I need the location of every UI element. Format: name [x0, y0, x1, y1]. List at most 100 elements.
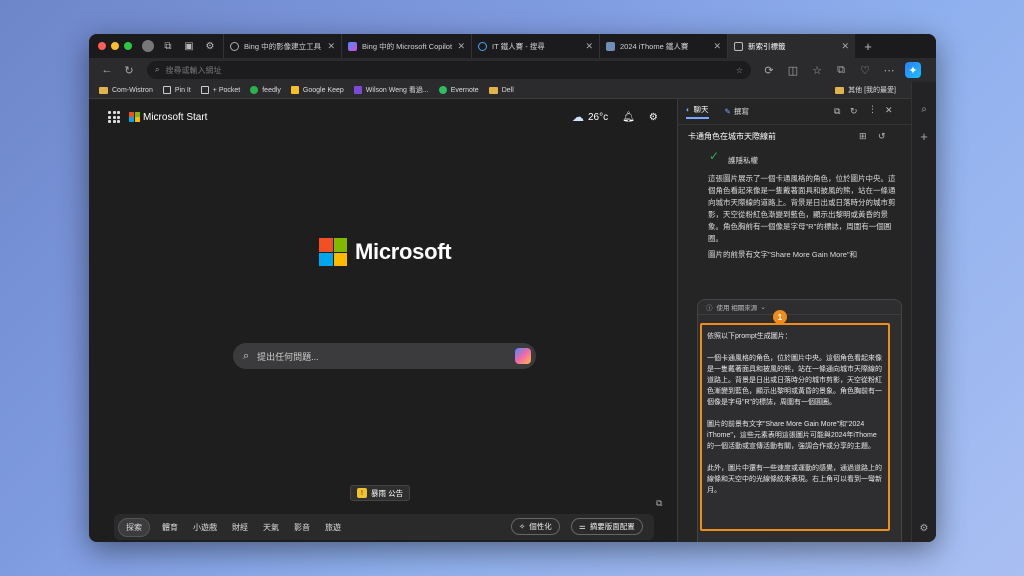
favorite-star-icon[interactable]: ☆: [736, 66, 743, 75]
address-input[interactable]: [165, 65, 686, 75]
alert-text: 暴雨 公告: [371, 488, 404, 498]
weather-area: ☁ 26°c 🔔︎ ⚙: [572, 110, 658, 124]
close-icon[interactable]: ✕: [457, 41, 465, 52]
web-search-box[interactable]: ⌕ 提出任何問題...: [233, 343, 536, 369]
browser-window: ⧉ ▣ ⚙ Bing 中的影像建立工具 ✕ Bing 中的 Microsoft …: [89, 34, 936, 542]
close-icon[interactable]: ✕: [713, 41, 721, 52]
chevron-down-icon: ⌄: [760, 304, 766, 311]
new-tab-plus-icon[interactable]: +: [861, 39, 875, 54]
search-icon[interactable]: ⌕: [921, 104, 927, 115]
settings-gear-icon[interactable]: ⚙: [203, 39, 217, 53]
brand-label[interactable]: Microsoft Start: [143, 112, 207, 123]
nav-weather[interactable]: 天氣: [263, 522, 279, 533]
new-tab-page: Microsoft Start ☁ 26°c 🔔︎ ⚙ Microsoft ⌕ …: [89, 99, 677, 542]
copilot-icon: [348, 41, 357, 51]
bookmark-label: + Pocket: [212, 86, 241, 94]
ithome-icon: [606, 41, 615, 51]
performance-icon[interactable]: ♡: [857, 62, 873, 78]
prompt-textarea[interactable]: 依照以下prompt生成圖片： 一個卡通風格的角色，位於圖片中央。這個角色看起來…: [700, 323, 890, 531]
tab-actions-icon[interactable]: ▣: [182, 39, 196, 53]
bookmark-pocket[interactable]: + Pocket: [200, 86, 241, 94]
personalize-label: 個性化: [529, 522, 552, 531]
page-icon: [162, 86, 171, 94]
nav-video[interactable]: 影音: [294, 522, 310, 533]
toolbar: ← ↻ ⌕ ☆ ⟳ ◫ ☆ ⧉ ♡ ⋯ ✦: [89, 58, 936, 82]
zoom-window-button[interactable]: [124, 42, 132, 50]
settings-gear-icon[interactable]: ⚙: [649, 112, 658, 123]
extensions-icon[interactable]: ⟳: [761, 62, 777, 78]
tab-compose-label: 撰寫: [733, 107, 749, 116]
tab-copilot[interactable]: Bing 中的 Microsoft Copilot ✕: [341, 34, 471, 58]
close-icon[interactable]: ✕: [885, 105, 893, 116]
bookmark-label: Google Keep: [302, 86, 344, 94]
personalize-button[interactable]: ✧ 個性化: [511, 518, 560, 535]
settings-gear-icon[interactable]: ⚙: [920, 523, 929, 534]
nav-finance[interactable]: 財經: [232, 522, 248, 533]
close-icon[interactable]: ✕: [585, 41, 593, 52]
search-icon: [478, 41, 487, 51]
feed-nav: 探索 體育 小遊戲 財經 天氣 影音 旅遊 ✧ 個性化 ⚌ 摘要版面配置: [114, 514, 654, 540]
workspaces-icon[interactable]: ⧉: [161, 39, 175, 53]
tab-label: Bing 中的影像建立工具: [244, 41, 322, 51]
microsoft-start-header: Microsoft Start: [108, 111, 207, 123]
close-window-button[interactable]: [98, 42, 106, 50]
address-bar[interactable]: ⌕ ☆: [147, 61, 751, 79]
more-icon[interactable]: ⋮: [868, 104, 877, 115]
nav-games[interactable]: 小遊戲: [193, 522, 217, 533]
alert-banner[interactable]: ! 暴雨 公告: [350, 485, 411, 501]
profile-avatar[interactable]: [142, 40, 154, 52]
other-favorites[interactable]: 其他 [我的最愛]: [835, 85, 896, 95]
tab-chat[interactable]: ◐ 聊天: [686, 104, 709, 119]
split-screen-icon[interactable]: ◫: [785, 62, 801, 78]
search-icon: ⌕: [243, 349, 250, 362]
tab-it-search[interactable]: IT 鐵人賽 - 搜尋 ✕: [471, 34, 599, 58]
collections-icon[interactable]: ⧉: [833, 62, 849, 78]
window-controls: [98, 42, 132, 50]
close-icon[interactable]: ✕: [841, 41, 849, 52]
add-icon[interactable]: +: [920, 129, 928, 144]
weather-widget[interactable]: ☁ 26°c: [572, 110, 608, 124]
tab-compose[interactable]: ✎ 撰寫: [725, 106, 749, 117]
layout-button[interactable]: ⚌ 摘要版面配置: [571, 518, 643, 535]
refresh-icon[interactable]: ↻: [121, 62, 137, 78]
bookmark-wilson[interactable]: Wilson Weng 看過...: [353, 85, 429, 95]
conversation-title: 卡通角色在城市天際線前: [688, 132, 776, 141]
bookmark-evernote[interactable]: Evernote: [438, 86, 479, 94]
minimize-window-button[interactable]: [111, 42, 119, 50]
bookmark-google-keep[interactable]: Google Keep: [290, 86, 344, 94]
microsoft-logo-icon: [319, 238, 347, 266]
source-toggle[interactable]: ⓘ 使用 相關來源 ⌄: [698, 300, 901, 315]
refresh-icon[interactable]: ↻: [850, 106, 858, 117]
close-icon[interactable]: ✕: [327, 41, 335, 52]
bookmark-dell[interactable]: Dell: [488, 86, 514, 94]
tab-new-tab[interactable]: 新索引標籤 ✕: [727, 34, 855, 58]
app-launcher-icon[interactable]: [108, 111, 120, 123]
more-icon[interactable]: ⋯: [881, 62, 897, 78]
bookmarks-bar: Com-Wistron Pin It + Pocket feedly Googl…: [89, 82, 936, 99]
history-icon[interactable]: ↺: [878, 131, 886, 142]
new-chat-icon[interactable]: ⊞: [859, 131, 867, 142]
hero-title: Microsoft: [355, 239, 452, 264]
favorites-icon[interactable]: ☆: [809, 62, 825, 78]
open-in-new-icon[interactable]: ⧉: [834, 106, 840, 117]
image-info-icon[interactable]: ⧉: [656, 498, 662, 509]
nav-explore[interactable]: 探索: [118, 517, 150, 537]
info-icon: ⓘ: [706, 305, 713, 312]
bookmark-pin-it[interactable]: Pin It: [162, 86, 191, 94]
tab-ithome[interactable]: 2024 iThome 鐵人賽 ✕: [599, 34, 727, 58]
bookmark-label: Com-Wistron: [112, 86, 153, 94]
tab-image-creator[interactable]: Bing 中的影像建立工具 ✕: [223, 34, 341, 58]
copilot-icon[interactable]: [515, 348, 531, 364]
source-label: 使用 相關來源: [716, 305, 758, 312]
step-badge-1: 1: [773, 310, 787, 324]
nav-travel[interactable]: 旅遊: [325, 522, 341, 533]
back-arrow-icon[interactable]: ←: [99, 62, 115, 78]
microsoft-logo-icon: [129, 112, 140, 122]
bell-icon[interactable]: 🔔︎: [622, 112, 635, 123]
response-paragraph: 這張圖片展示了一個卡通風格的角色，位於圖片中央。這個角色看起來像是一隻戴著面具和…: [708, 174, 896, 243]
bookmark-com-wistron[interactable]: Com-Wistron: [99, 86, 153, 94]
bookmark-feedly[interactable]: feedly: [250, 86, 281, 94]
nav-sports[interactable]: 體育: [162, 522, 178, 533]
copilot-button[interactable]: ✦: [905, 62, 921, 78]
tab-label: Bing 中的 Microsoft Copilot: [362, 41, 453, 51]
